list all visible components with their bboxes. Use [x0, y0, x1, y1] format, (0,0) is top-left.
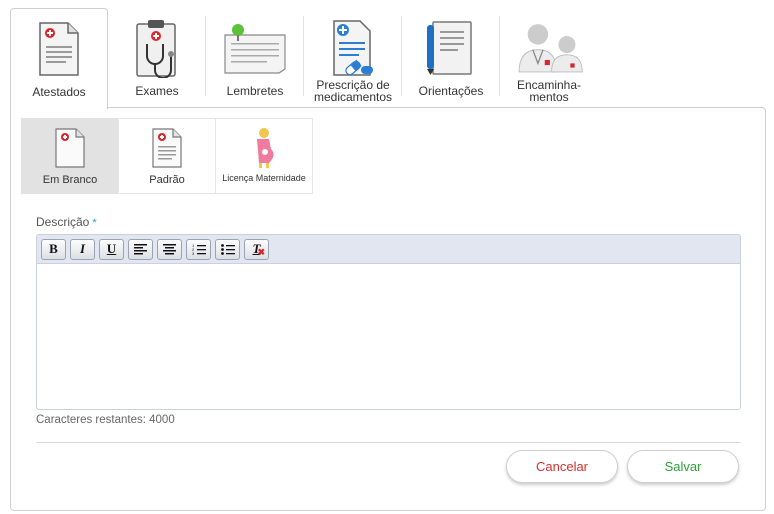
svg-text:3: 3 [192, 251, 195, 255]
subtab-licenca-maternidade[interactable]: Licença Maternidade [215, 118, 313, 194]
italic-button[interactable]: I [70, 238, 95, 260]
tab-exames[interactable]: Exames [108, 8, 206, 108]
description-textarea[interactable] [37, 264, 740, 409]
align-center-button[interactable] [157, 238, 182, 260]
tab-encaminhamentos[interactable]: Encaminha-mentos [500, 8, 598, 108]
standard-document-icon [151, 127, 183, 169]
doctors-icon [514, 18, 584, 78]
description-label-text: Descrição [36, 215, 90, 229]
notebook-pen-icon [416, 18, 486, 78]
tab-label: Lembretes [226, 84, 284, 98]
subtab-em-branco[interactable]: Em Branco [21, 118, 119, 194]
tab-prescricao[interactable]: Prescrição de medicamentos [304, 8, 402, 108]
unordered-list-icon [220, 244, 235, 255]
template-subtabs: Em Branco Padrão Licença Maternidade [21, 118, 313, 194]
description-editor: B I U 1 2 3 T ✖ [36, 234, 741, 410]
editor-toolbar: B I U 1 2 3 T ✖ [37, 235, 740, 264]
underline-button[interactable]: U [99, 238, 124, 260]
tab-label: Atestados [32, 85, 86, 99]
subtab-padrao[interactable]: Padrão [118, 118, 216, 194]
remove-x-icon: ✖ [257, 246, 265, 257]
tab-orientacoes[interactable]: Orientações [402, 8, 500, 108]
tab-label: Prescrição de medicamentos [313, 78, 393, 104]
align-left-icon [134, 243, 147, 254]
ordered-list-button[interactable]: 1 2 3 [186, 238, 211, 260]
save-button[interactable]: Salvar [627, 450, 739, 483]
tab-label: Exames [135, 84, 179, 98]
align-left-button[interactable] [128, 238, 153, 260]
clipboard-stethoscope-icon [122, 18, 192, 78]
remaining-characters: Caracteres restantes: 4000 [36, 414, 175, 426]
content-panel: Em Branco Padrão Licença Maternidade Des… [10, 107, 766, 511]
divider [36, 442, 741, 443]
subtab-label: Padrão [149, 174, 185, 186]
align-center-icon [163, 243, 176, 254]
tab-atestados[interactable]: Atestados [10, 8, 108, 109]
tab-lembretes[interactable]: Lembretes [206, 8, 304, 108]
subtab-label: Em Branco [42, 174, 98, 186]
pregnant-woman-icon [251, 127, 277, 169]
prescription-pills-icon [318, 18, 388, 78]
pinned-note-icon [220, 18, 290, 78]
italic-icon: I [79, 241, 86, 256]
blank-document-icon [54, 127, 86, 169]
underline-icon: U [106, 241, 117, 256]
subtab-label: Licença Maternidade [222, 173, 306, 183]
bold-button[interactable]: B [41, 238, 66, 260]
cancel-button[interactable]: Cancelar [506, 450, 618, 483]
clear-format-button[interactable]: T ✖ [244, 238, 269, 260]
medical-certificate-icon [24, 19, 94, 79]
ordered-list-icon: 1 2 3 [192, 243, 206, 255]
tab-label: Orientações [418, 84, 484, 98]
unordered-list-button[interactable] [215, 238, 240, 260]
description-label: Descrição * [36, 215, 97, 229]
tab-label: Encaminha-mentos [516, 78, 582, 104]
required-asterisk: * [92, 217, 97, 229]
bold-icon: B [49, 241, 58, 256]
document-type-tabs: Atestados Exames Lembretes Prescrição de… [10, 8, 766, 109]
